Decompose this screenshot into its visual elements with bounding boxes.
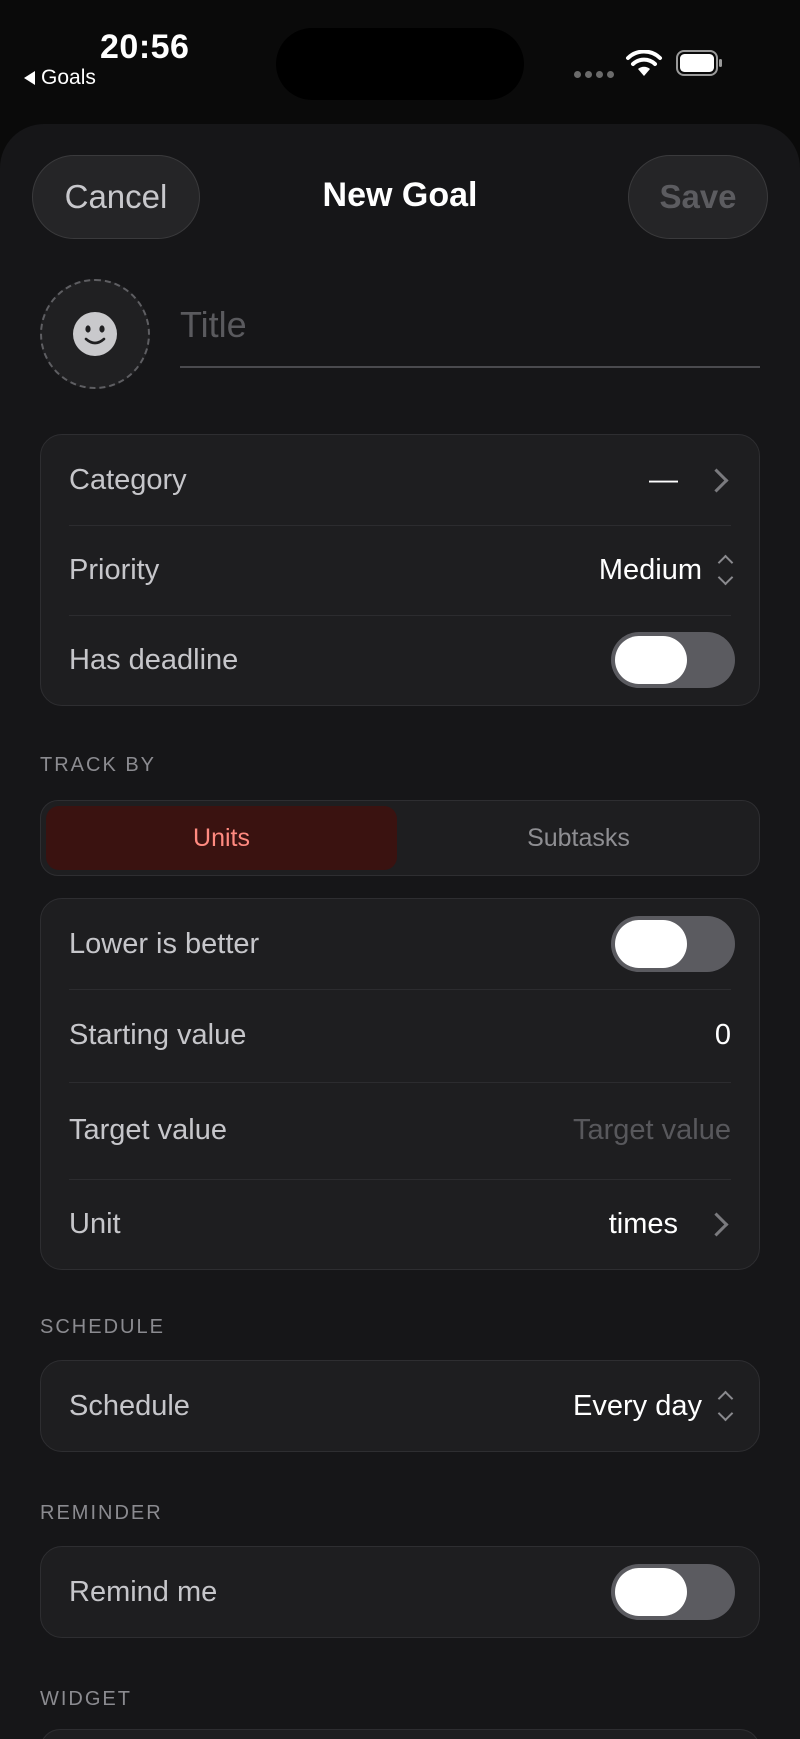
remind-me-toggle[interactable] — [611, 1564, 735, 1620]
back-link-label: Goals — [41, 66, 96, 89]
chevron-right-icon — [704, 1211, 729, 1237]
priority-row[interactable]: Priority Medium — [41, 525, 759, 615]
segment-subtasks[interactable]: Subtasks — [403, 806, 754, 870]
category-label: Category — [69, 463, 187, 496]
priority-value: Medium — [598, 553, 702, 586]
toggle-knob — [615, 636, 687, 684]
schedule-row[interactable]: Schedule Every day — [41, 1361, 759, 1451]
has-deadline-row: Has deadline — [41, 615, 759, 705]
priority-label: Priority — [69, 553, 160, 586]
reminder-header: REMINDER — [40, 1502, 163, 1524]
lower-is-better-toggle[interactable] — [611, 916, 735, 972]
unit-label: Unit — [69, 1207, 121, 1240]
new-goal-sheet: Cancel New Goal Save Category — Priority… — [0, 124, 800, 1739]
remind-me-row: Remind me — [41, 1547, 759, 1637]
lower-is-better-label: Lower is better — [69, 927, 260, 960]
details-group: Category — Priority Medium Has deadline — [40, 434, 760, 706]
schedule-header: SCHEDULE — [40, 1316, 165, 1338]
dynamic-island — [276, 28, 524, 100]
battery-icon — [676, 50, 722, 76]
widget-group — [40, 1729, 760, 1739]
remind-me-label: Remind me — [69, 1575, 218, 1608]
target-value-input[interactable]: Target value — [573, 1114, 731, 1147]
reminder-group: Remind me — [40, 1546, 760, 1638]
has-deadline-label: Has deadline — [69, 643, 239, 676]
smiley-face-icon — [73, 312, 117, 356]
starting-value-input[interactable]: 0 — [715, 1019, 731, 1052]
back-to-goals-link[interactable]: Goals — [24, 66, 96, 90]
nav-bar: Cancel New Goal Save — [0, 124, 800, 244]
save-button[interactable]: Save — [628, 155, 768, 239]
track-by-segmented-control: Units Subtasks — [40, 800, 760, 876]
toggle-knob — [615, 920, 687, 968]
category-value: — — [649, 463, 678, 496]
toggle-knob — [615, 1568, 687, 1616]
category-row[interactable]: Category — — [41, 435, 759, 525]
has-deadline-toggle[interactable] — [611, 632, 735, 688]
target-value-row[interactable]: Target value Target value — [41, 1082, 759, 1179]
schedule-group: Schedule Every day — [40, 1360, 760, 1452]
chevron-right-icon — [704, 467, 729, 493]
up-down-chevron-icon — [717, 1390, 734, 1422]
segment-units[interactable]: Units — [46, 806, 397, 870]
schedule-value: Every day — [573, 1389, 702, 1422]
units-group: Lower is better Starting value 0 Target … — [40, 898, 760, 1270]
unit-row[interactable]: Unit times — [41, 1179, 759, 1269]
status-bar: 20:56 Goals — [0, 0, 800, 110]
starting-value-label: Starting value — [69, 1019, 247, 1051]
new-goal-screen: 20:56 Goals Cancel New Goal Save Title C… — [0, 0, 800, 1739]
unit-value: times — [608, 1207, 678, 1240]
back-arrow-icon — [24, 71, 35, 85]
widget-header: WIDGET — [40, 1688, 132, 1710]
status-time: 20:56 — [100, 28, 190, 66]
lower-is-better-row: Lower is better — [41, 899, 759, 989]
schedule-label: Schedule — [69, 1389, 190, 1422]
starting-value-row[interactable]: Starting value 0 — [41, 989, 759, 1082]
target-value-label: Target value — [69, 1114, 227, 1146]
wifi-icon — [626, 50, 662, 76]
title-input[interactable] — [180, 284, 760, 368]
signal-dots-icon — [574, 71, 614, 78]
up-down-chevron-icon — [717, 554, 734, 586]
emoji-picker-button[interactable] — [40, 279, 150, 389]
track-by-header: TRACK BY — [40, 754, 157, 776]
